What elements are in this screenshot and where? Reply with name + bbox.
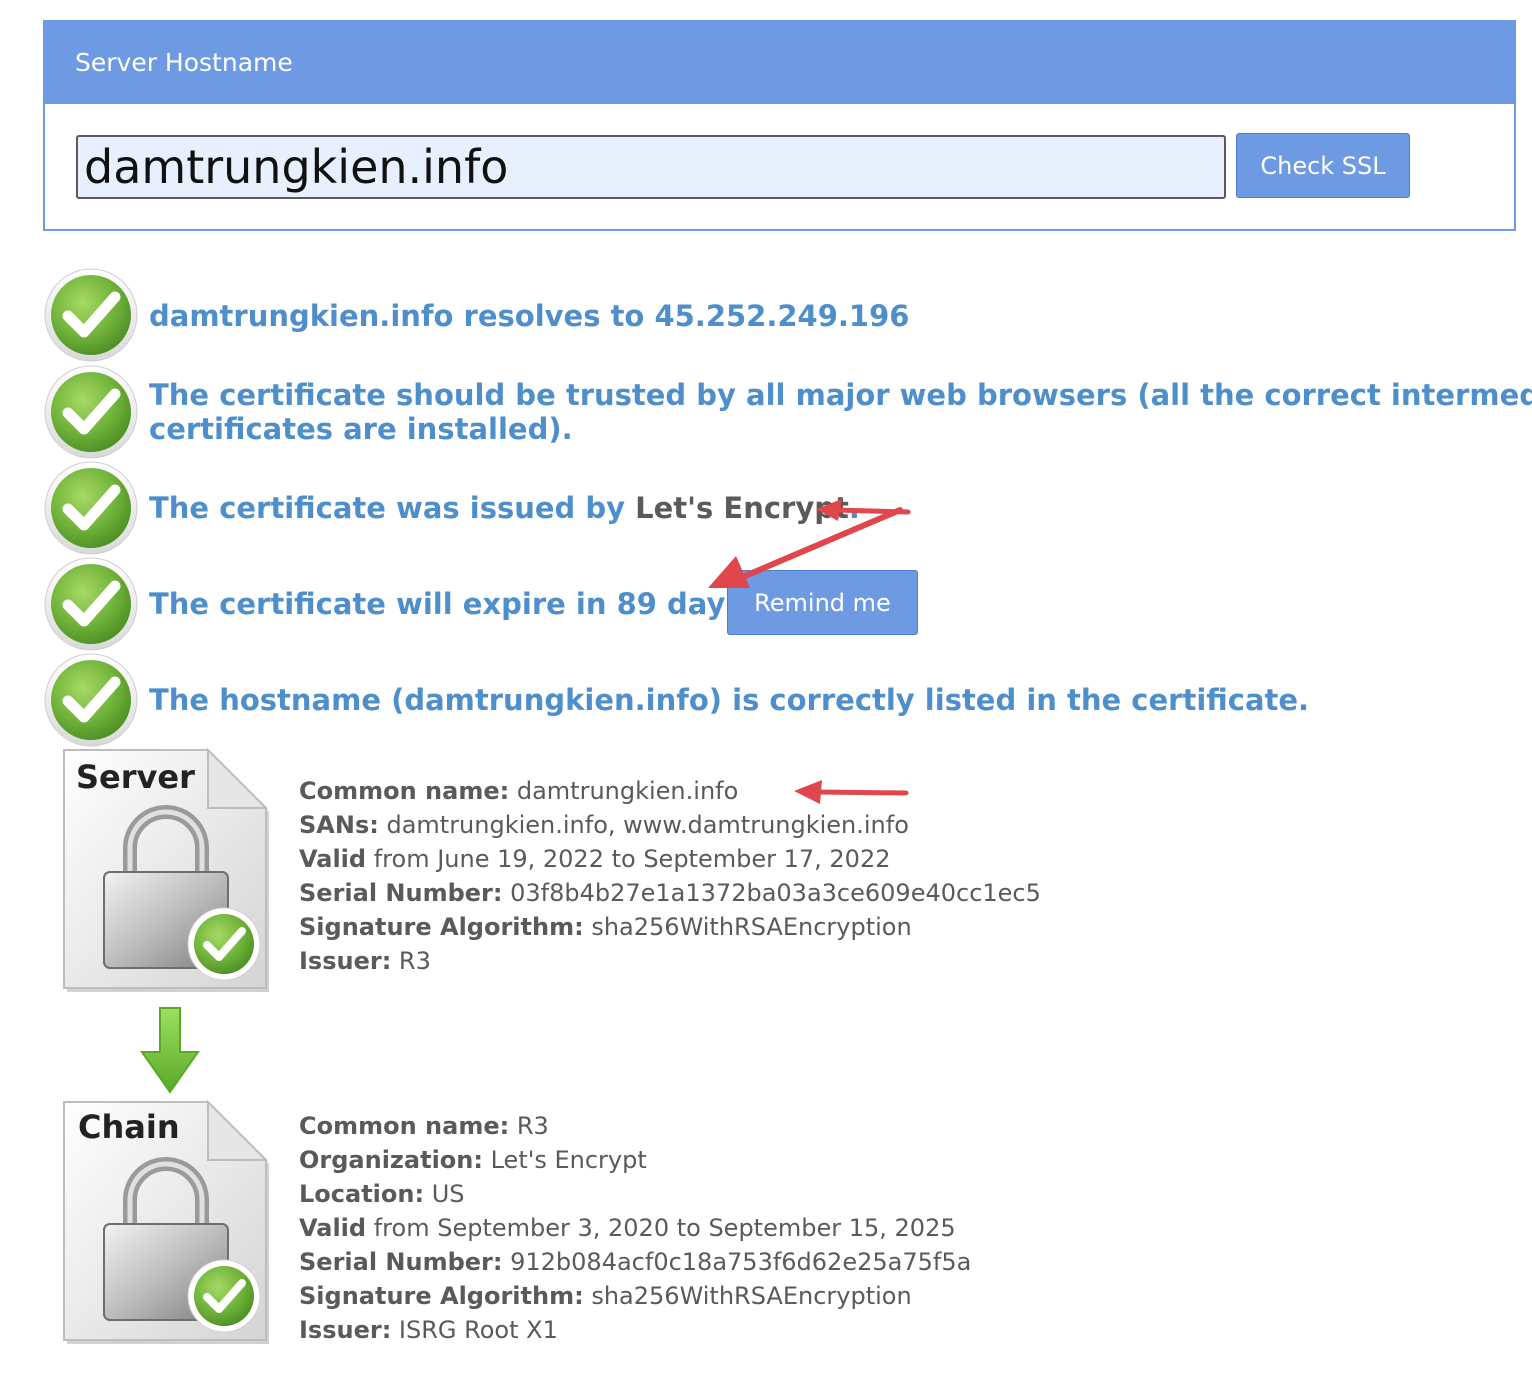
chain-cert-details: Common name: R3 Organization: Let's Encr…: [299, 1109, 971, 1347]
server-icon-label: Server: [76, 758, 195, 796]
panel-title: Server Hostname: [45, 22, 1514, 104]
server-sans-row: SANs: damtrungkien.info, www.damtrungkie…: [299, 811, 909, 839]
server-serial-row: Serial Number: 03f8b4b27e1a1372ba03a3ce6…: [299, 879, 1041, 907]
chain-valid-row: Valid from September 3, 2020 to Septembe…: [299, 1214, 956, 1242]
down-arrow-icon: [140, 1007, 200, 1094]
hostname-listed-message: The hostname (damtrungkien.info) is corr…: [149, 683, 1310, 717]
chain-certificate-icon: Chain: [58, 1096, 272, 1348]
trusted-message-line2: certificates are installed).: [149, 412, 573, 446]
ssl-checker-page: Server Hostname Check SSL damtrungkien.i…: [0, 0, 1532, 1376]
chain-organization-row: Organization: Let's Encrypt: [299, 1146, 647, 1174]
trusted-message: The certificate should be trusted by all…: [149, 378, 1532, 446]
chain-sigalg-row: Signature Algorithm: sha256WithRSAEncryp…: [299, 1282, 912, 1310]
check-ssl-button[interactable]: Check SSL: [1236, 133, 1410, 198]
expiry-message: The certificate will expire in 89 days.: [149, 587, 754, 621]
annotation-arrow-icon: [708, 507, 903, 588]
chain-serial-row: Serial Number: 912b084acf0c18a753f6d62e2…: [299, 1248, 972, 1276]
chain-location-row: Location: US: [299, 1180, 465, 1208]
resolves-message: damtrungkien.info resolves to 45.252.249…: [149, 299, 910, 333]
chain-common-name-row: Common name: R3: [299, 1112, 549, 1140]
hostname-input[interactable]: [76, 135, 1226, 199]
chain-icon-label: Chain: [78, 1108, 180, 1146]
check-circle-icon: [44, 461, 138, 555]
server-valid-row: Valid from June 19, 2022 to September 17…: [299, 845, 891, 873]
server-common-name-row: Common name: damtrungkien.info: [299, 777, 739, 805]
server-certificate-icon: Server: [58, 744, 272, 996]
hostname-panel: Server Hostname Check SSL: [43, 20, 1516, 231]
server-cert-details: Common name: damtrungkien.info SANs: dam…: [299, 774, 1041, 978]
check-circle-icon: [44, 557, 138, 651]
server-issuer-row: Issuer: R3: [299, 947, 431, 975]
check-circle-icon: [44, 268, 138, 362]
check-circle-icon: [44, 365, 138, 459]
issuer-prefix: The certificate was issued by: [149, 491, 636, 525]
trusted-message-line1: The certificate should be trusted by all…: [149, 378, 1532, 412]
chain-issuer-row: Issuer: ISRG Root X1: [299, 1316, 558, 1344]
check-circle-icon: [44, 653, 138, 747]
server-sigalg-row: Signature Algorithm: sha256WithRSAEncryp…: [299, 913, 912, 941]
